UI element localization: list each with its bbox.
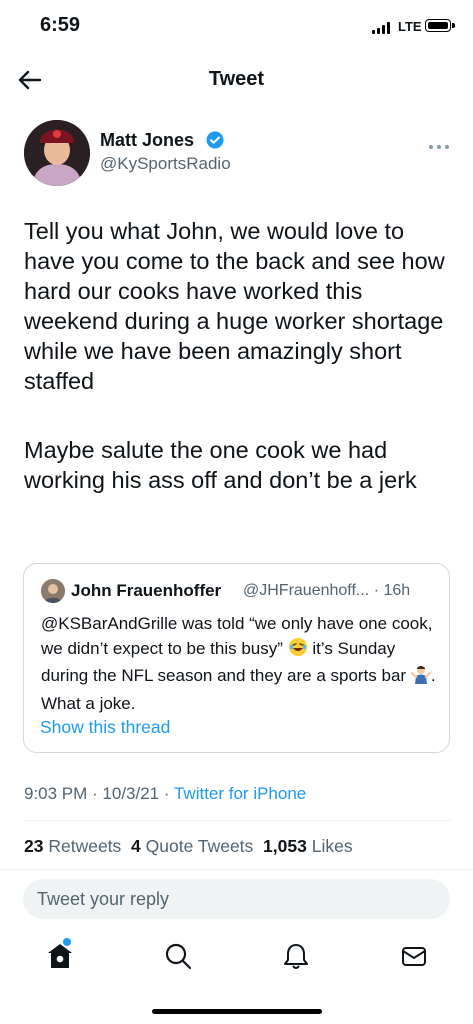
- tweet-time: 9:03 PM: [24, 784, 88, 803]
- laughing-emoji-icon: [288, 637, 308, 665]
- quoted-author-avatar: [41, 579, 65, 603]
- quoted-tweet-text: @KSBarAndGrille was told “we only have o…: [41, 612, 436, 716]
- tweet-text-paragraph: Tell you what John, we would love to hav…: [24, 218, 445, 394]
- likes-label: Likes: [311, 836, 353, 856]
- notifications-icon[interactable]: [281, 941, 311, 971]
- home-indicator: [152, 1009, 322, 1014]
- quoted-author-handle-time: @JHFrauenhoff... · 16h: [243, 582, 410, 600]
- quoted-author-handle: @JHFrauenhoff...: [243, 582, 370, 599]
- tweet-date: 10/3/21: [102, 784, 160, 803]
- likes-stat[interactable]: 1,053 Likes: [263, 836, 353, 856]
- reply-placeholder: Tweet your reply: [37, 889, 170, 909]
- shrug-emoji-icon: [410, 664, 431, 692]
- search-icon[interactable]: [163, 941, 193, 971]
- page-title: Tweet: [208, 68, 265, 90]
- author-avatar[interactable]: [24, 120, 90, 186]
- tweet-meta: 9:03 PM · 10/3/21 · Twitter for iPhone: [24, 784, 307, 803]
- more-horizontal-icon[interactable]: [428, 138, 450, 149]
- tweet-source-link[interactable]: Twitter for iPhone: [174, 784, 306, 803]
- messages-icon[interactable]: [399, 941, 429, 971]
- quote-tweets-stat[interactable]: 4 Quote Tweets: [131, 836, 253, 856]
- retweets-count: 23: [24, 836, 44, 856]
- author-handle[interactable]: @KySportsRadio: [100, 154, 231, 174]
- reply-input[interactable]: Tweet your reply: [23, 879, 450, 919]
- tweet-text-paragraph: Maybe salute the one cook we had working…: [24, 437, 417, 493]
- tweet-stats: 23 Retweets 4 Quote Tweets 1,053 Likes: [24, 836, 353, 857]
- divider: [24, 820, 451, 821]
- quotes-label: Quote Tweets: [145, 836, 254, 856]
- battery-icon: [425, 19, 451, 32]
- quoted-author-name: John Frauenhoffer: [71, 581, 222, 600]
- retweets-label: Retweets: [48, 836, 122, 856]
- signal-icon: [372, 22, 392, 34]
- notification-dot: [63, 938, 71, 946]
- author-name[interactable]: Matt Jones: [100, 130, 194, 151]
- network-label: LTE: [398, 19, 422, 34]
- divider: [0, 869, 473, 870]
- arrow-left-icon[interactable]: [16, 66, 44, 94]
- likes-count: 1,053: [263, 836, 307, 856]
- battery-cap: [452, 23, 455, 28]
- retweets-stat[interactable]: 23 Retweets: [24, 836, 121, 856]
- home-icon[interactable]: [45, 941, 75, 971]
- quoted-tweet-card[interactable]: John Frauenhoffer @JHFrauenhoff... · 16h…: [23, 563, 450, 753]
- quoted-time: · 16h: [373, 582, 411, 599]
- show-thread-link[interactable]: Show this thread: [40, 717, 170, 738]
- verified-badge-icon: [206, 131, 224, 149]
- status-time: 6:59: [40, 14, 81, 36]
- quotes-count: 4: [131, 836, 141, 856]
